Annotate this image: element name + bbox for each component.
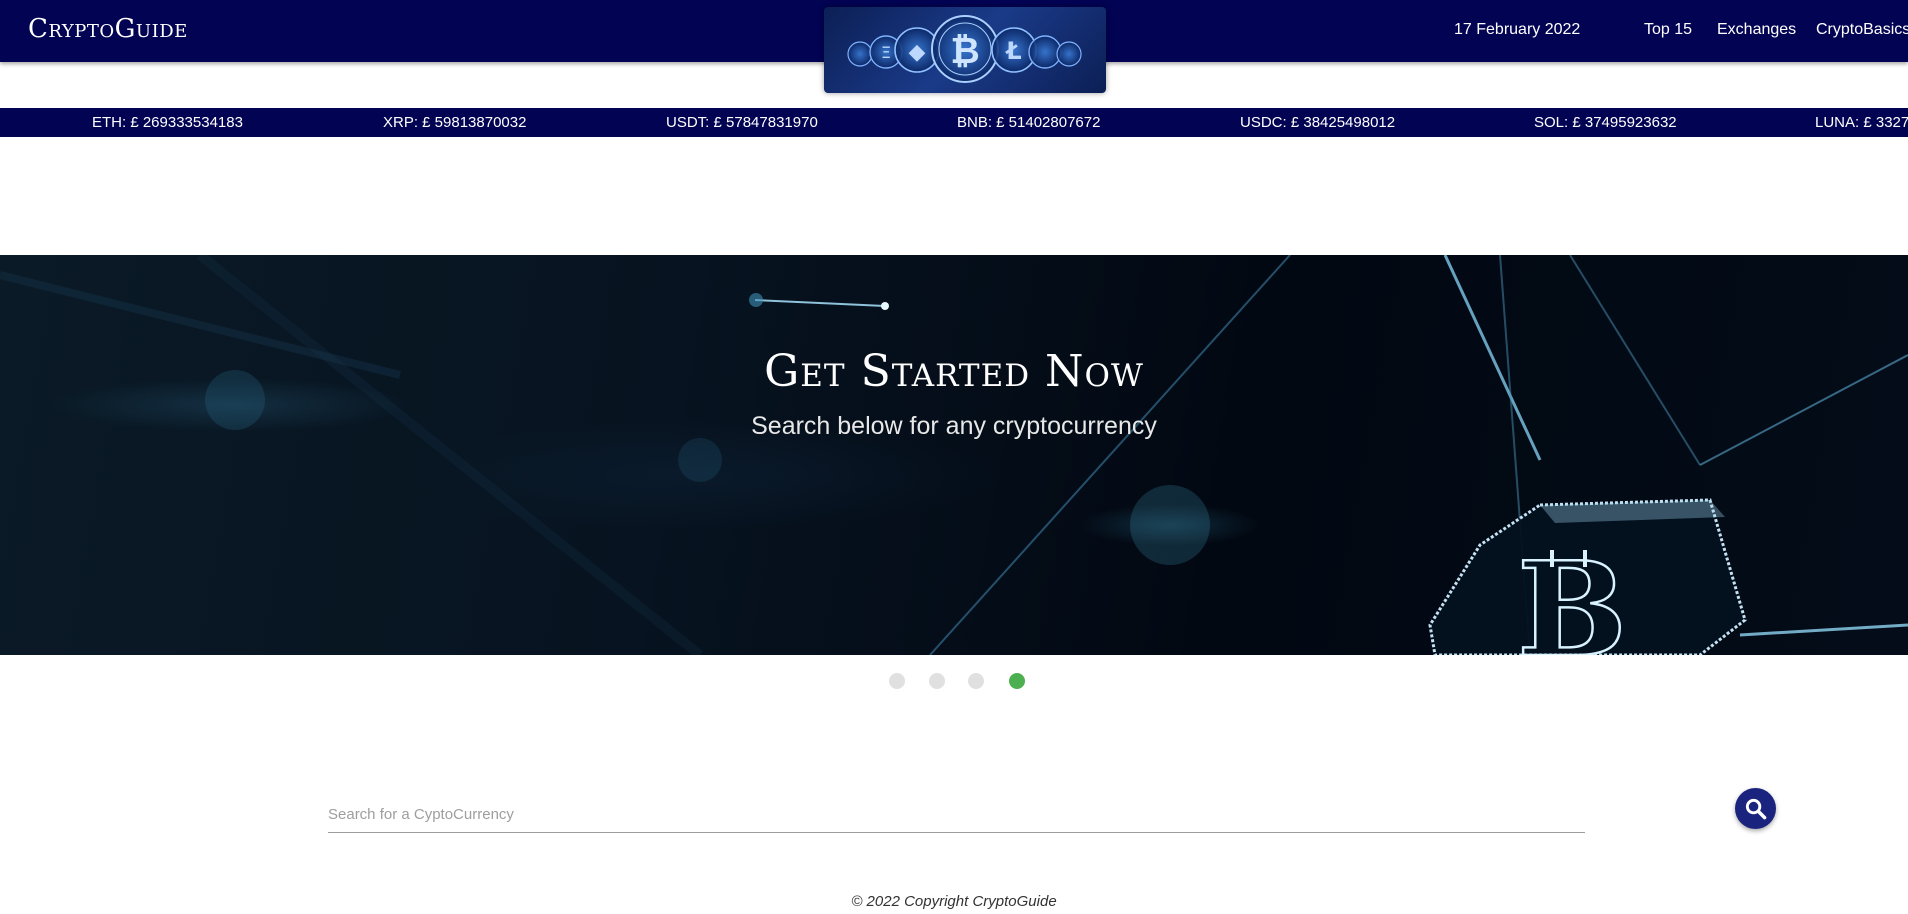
carousel-dot-3[interactable] [968, 673, 984, 689]
ticker-item-eth: ETH: £ 269333534183 [92, 114, 243, 131]
ticker-item-usdt: USDT: £ 57847831970 [666, 114, 818, 131]
crypto-coins-logo[interactable]: ₿ ◆ Ł Ξ [824, 7, 1106, 93]
brand-logo-text[interactable]: CryptoGuide [28, 14, 188, 44]
current-date: 17 February 2022 [1454, 21, 1581, 38]
search-input[interactable] [328, 796, 1585, 833]
price-ticker: ETH: £ 269333534183 XRP: £ 59813870032 U… [0, 108, 1908, 137]
ticker-item-xrp: XRP: £ 59813870032 [383, 114, 527, 131]
svg-text:◆: ◆ [909, 40, 926, 65]
carousel-dot-4-active[interactable] [1009, 673, 1025, 689]
hero-subtitle: Search below for any cryptocurrency [751, 412, 1157, 440]
hero-title: Get Started Now [764, 346, 1144, 397]
ticker-item-bnb: BNB: £ 51402807672 [957, 114, 1101, 131]
nav-link-cryptobasics[interactable]: CryptoBasics [1816, 21, 1908, 39]
nav-link-exchanges[interactable]: Exchanges [1717, 21, 1796, 39]
carousel-dot-1[interactable] [889, 673, 905, 689]
hero-carousel-slide[interactable]: B Get Started Now Search below for any c… [0, 255, 1908, 655]
svg-text:B: B [1517, 533, 1627, 655]
svg-text:₿: ₿ [950, 31, 979, 72]
svg-text:Ł: Ł [1004, 37, 1021, 65]
nav-link-top-15[interactable]: Top 15 [1644, 21, 1692, 39]
footer-copyright: © 2022 Copyright CryptoGuide [851, 893, 1057, 910]
carousel-dot-2[interactable] [929, 673, 945, 689]
ticker-item-usdc: USDC: £ 38425498012 [1240, 114, 1396, 131]
blockchain-network-image: B [0, 255, 1908, 655]
search-icon [1745, 798, 1767, 820]
ticker-item-sol: SOL: £ 37495923632 [1534, 114, 1677, 131]
coins-icon: ₿ ◆ Ł Ξ [847, 15, 1082, 83]
search-button[interactable] [1735, 788, 1776, 829]
svg-text:Ξ: Ξ [881, 43, 891, 62]
ticker-item-luna: LUNA: £ 33278 [1815, 114, 1908, 131]
